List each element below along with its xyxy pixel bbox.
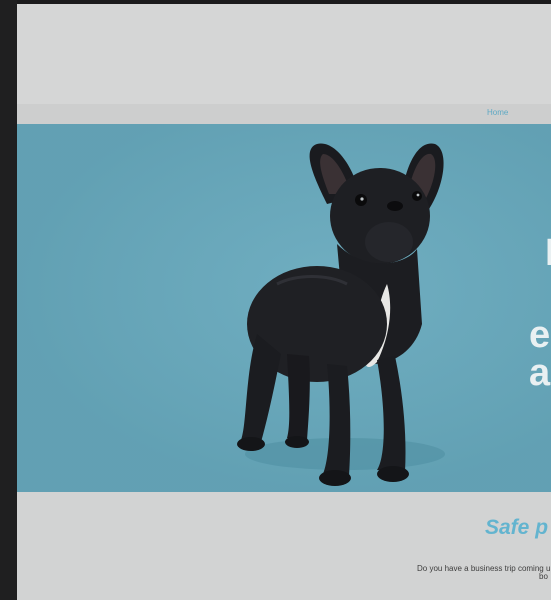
left-window-edge <box>0 0 17 600</box>
hero-banner: I e a <box>17 124 551 492</box>
nav-link-home[interactable]: Home <box>487 108 508 117</box>
web-page: Home I e a Safe p Do you have a business… <box>17 4 551 600</box>
hero-text-fragment-2: e <box>529 314 551 356</box>
section-title: Safe p <box>485 516 549 539</box>
french-bulldog-image <box>237 143 445 486</box>
page-header <box>17 4 551 104</box>
content-section <box>17 492 551 600</box>
section-text-line-1: Do you have a business trip coming u <box>417 564 551 573</box>
hero-text-fragment-3: a <box>529 352 551 394</box>
section-text-line-2: bo <box>539 572 548 581</box>
hero-text-fragment-1: I <box>545 232 551 274</box>
nav-bar <box>17 104 551 124</box>
